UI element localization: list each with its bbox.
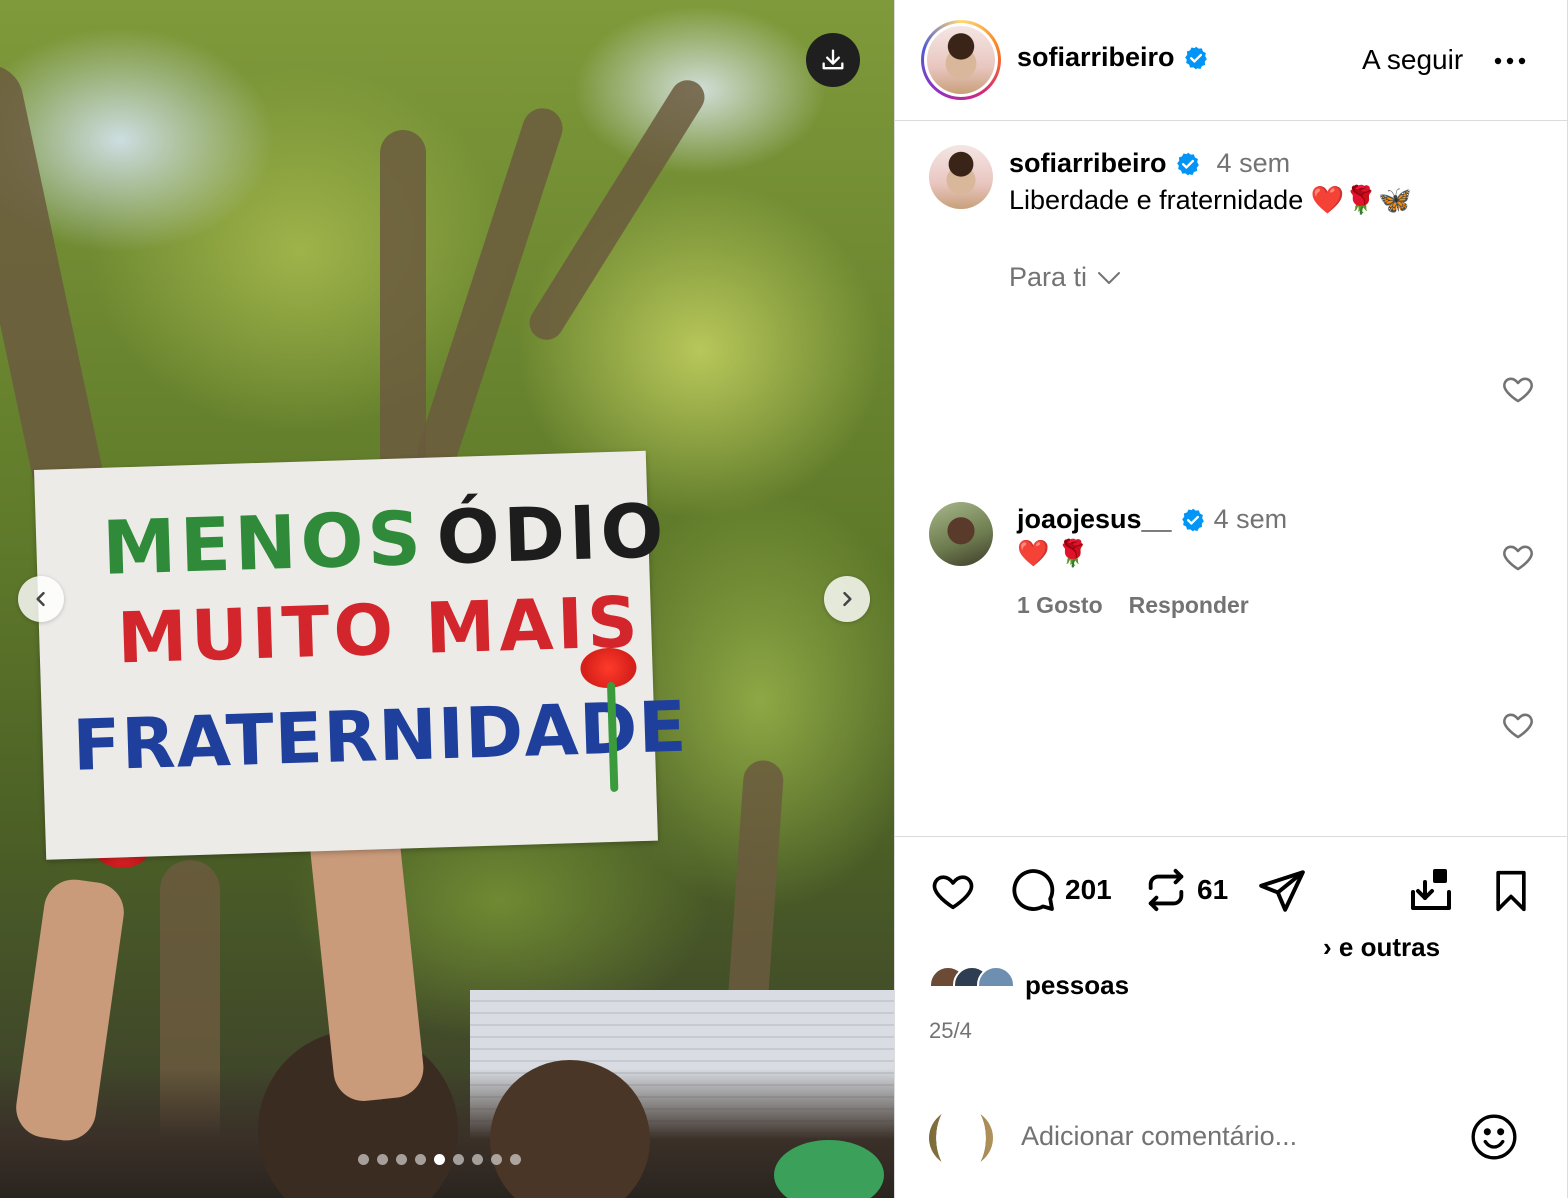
sign-text-muito-mais: MUITO MAIS bbox=[116, 581, 643, 680]
more-horizontal-icon bbox=[1494, 57, 1526, 65]
story-ring[interactable] bbox=[921, 20, 1001, 100]
bookmark-button[interactable] bbox=[1489, 866, 1533, 916]
comment-actions: 1 Gosto Responder bbox=[1017, 592, 1249, 619]
carousel-dot bbox=[491, 1154, 502, 1165]
comments-count: 201 bbox=[1065, 874, 1112, 905]
carousel-dot bbox=[358, 1154, 369, 1165]
likes-summary[interactable]: › e outras bbox=[1323, 932, 1440, 963]
verified-badge-icon bbox=[1176, 152, 1199, 175]
caption-avatar[interactable] bbox=[929, 145, 993, 209]
chevron-down-icon bbox=[1098, 271, 1121, 284]
carousel-next-button[interactable] bbox=[824, 576, 870, 622]
caption-text: Liberdade e fraternidade ❤️🌹🦋 bbox=[1009, 185, 1412, 215]
carousel-dot bbox=[377, 1154, 388, 1165]
following-button[interactable]: A seguir bbox=[1362, 44, 1463, 76]
post-date[interactable]: 25/4 bbox=[929, 1018, 972, 1044]
comment-text: ❤️ 🌹 bbox=[1017, 538, 1089, 568]
liker-avatars[interactable] bbox=[929, 966, 1019, 986]
comment-icon bbox=[1012, 869, 1055, 911]
carousel-prev-button[interactable] bbox=[18, 576, 64, 622]
comment-username[interactable]: joaojesus__ bbox=[1017, 504, 1172, 535]
comment-header: joaojesus__ 4 sem bbox=[1017, 504, 1287, 535]
avatar bbox=[927, 26, 995, 94]
more-options-button[interactable] bbox=[1493, 44, 1527, 78]
like-button[interactable] bbox=[929, 868, 977, 914]
carousel-dot bbox=[472, 1154, 483, 1165]
divider bbox=[895, 836, 1567, 837]
header-username[interactable]: sofiarribeiro bbox=[1017, 42, 1175, 73]
repost-button[interactable]: 61 bbox=[1143, 866, 1228, 914]
share-button[interactable] bbox=[1257, 866, 1307, 916]
carousel-dot bbox=[453, 1154, 464, 1165]
caption-time[interactable]: 4 sem bbox=[1217, 148, 1291, 179]
verified-badge-icon bbox=[1181, 508, 1204, 531]
reposts-count: 61 bbox=[1197, 874, 1229, 905]
heart-icon[interactable] bbox=[1501, 708, 1535, 742]
carousel-dot bbox=[510, 1154, 521, 1165]
tree-trunk bbox=[380, 130, 426, 490]
caption-header: sofiarribeiro 4 sem bbox=[1009, 148, 1290, 179]
comment-button[interactable]: 201 bbox=[1009, 866, 1112, 914]
emoji-button[interactable] bbox=[1469, 1112, 1519, 1162]
carousel-dot bbox=[415, 1154, 426, 1165]
download-button[interactable] bbox=[806, 33, 860, 87]
post-photo[interactable]: MENOS ÓDIO MUITO MAIS FRATERNIDADE bbox=[0, 0, 894, 1198]
send-icon bbox=[1259, 870, 1305, 912]
verified-badge-icon bbox=[1184, 46, 1207, 69]
translation-dropdown[interactable]: Para ti bbox=[1009, 262, 1121, 293]
sign-text-fraternidade: FRATERNIDADE bbox=[71, 685, 689, 787]
likes-summary-line2[interactable]: pessoas bbox=[1025, 970, 1129, 1001]
emoji-icon bbox=[1471, 1114, 1517, 1160]
comment-avatar[interactable] bbox=[929, 502, 993, 566]
bookmark-icon bbox=[1496, 870, 1526, 912]
post-header: sofiarribeiro A seguir bbox=[895, 0, 1567, 121]
heart-icon bbox=[932, 875, 974, 910]
post-panel: sofiarribeiro A seguir sofiarribeiro 4 s… bbox=[894, 0, 1568, 1198]
current-user-avatar bbox=[929, 1108, 993, 1168]
download-tray-icon bbox=[1411, 869, 1451, 910]
carousel-indicator bbox=[358, 1154, 521, 1165]
heart-icon[interactable] bbox=[1501, 372, 1535, 406]
save-to-collection-button[interactable] bbox=[1407, 866, 1455, 914]
chevron-left-icon bbox=[36, 591, 45, 607]
sign-text-odio: ÓDIO bbox=[435, 488, 669, 582]
heart-icon[interactable] bbox=[1501, 540, 1535, 574]
carousel-dot bbox=[396, 1154, 407, 1165]
comment-reply-button[interactable]: Responder bbox=[1129, 592, 1249, 619]
sign-text-menos: MENOS bbox=[101, 495, 427, 592]
tree-trunk bbox=[412, 103, 568, 477]
avatar bbox=[929, 145, 993, 209]
add-comment-input[interactable] bbox=[1019, 1120, 1453, 1153]
comment-likes-link[interactable]: 1 Gosto bbox=[1017, 592, 1103, 619]
carousel-dot bbox=[434, 1154, 445, 1165]
chevron-right-icon bbox=[843, 591, 852, 607]
for-you-label: Para ti bbox=[1009, 262, 1088, 292]
protest-sign: MENOS ÓDIO MUITO MAIS FRATERNIDADE bbox=[34, 450, 688, 860]
download-icon bbox=[822, 49, 844, 70]
caption-username[interactable]: sofiarribeiro bbox=[1009, 148, 1167, 179]
repost-icon bbox=[1148, 868, 1184, 912]
comment-time[interactable]: 4 sem bbox=[1214, 504, 1288, 535]
